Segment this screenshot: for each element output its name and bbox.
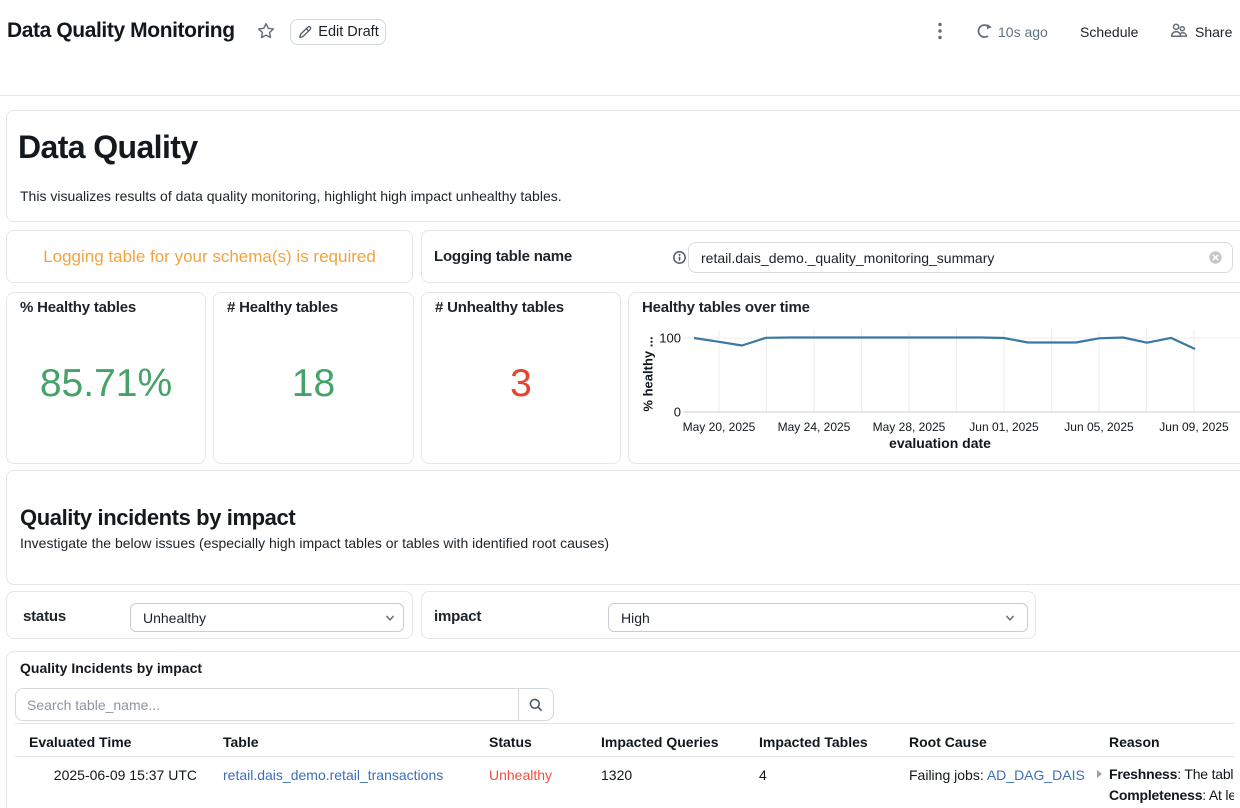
svg-text:Jun 09, 2025: Jun 09, 2025: [1159, 420, 1229, 434]
svg-text:May 20, 2025: May 20, 2025: [683, 420, 756, 434]
svg-text:% healthy ...: % healthy ...: [641, 336, 656, 411]
svg-text:May 28, 2025: May 28, 2025: [873, 420, 946, 434]
svg-text:May 24, 2025: May 24, 2025: [778, 420, 851, 434]
svg-text:evaluation date: evaluation date: [889, 435, 991, 451]
svg-text:100: 100: [659, 331, 681, 346]
svg-text:0: 0: [674, 405, 681, 420]
svg-text:Jun 05, 2025: Jun 05, 2025: [1064, 420, 1134, 434]
svg-text:Jun 01, 2025: Jun 01, 2025: [969, 420, 1039, 434]
